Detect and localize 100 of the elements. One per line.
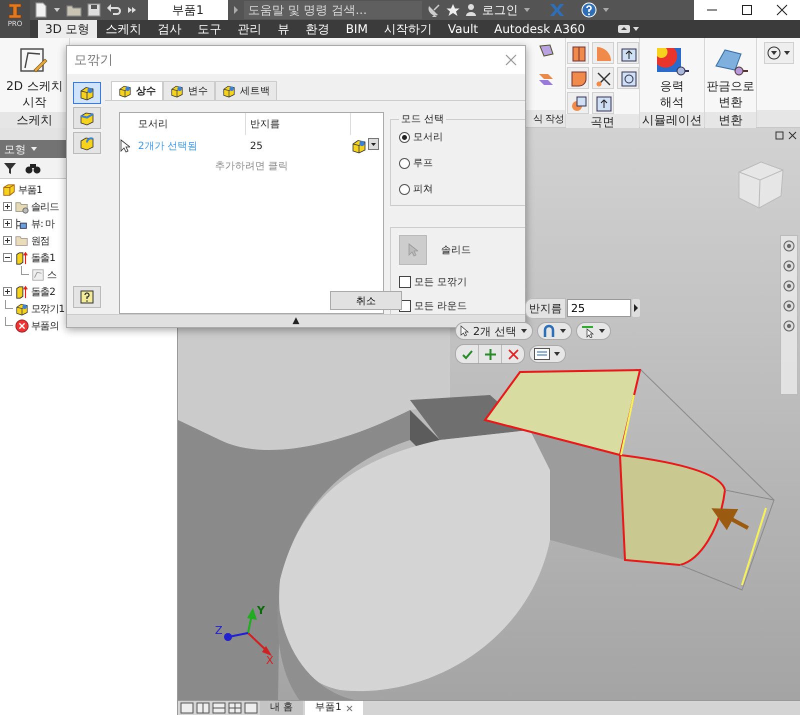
help-button[interactable] xyxy=(73,286,101,308)
layout-single-icon[interactable] xyxy=(180,702,194,714)
ribbon-tab[interactable]: 도구 xyxy=(190,20,229,38)
edge-fillet-button[interactable] xyxy=(73,82,101,104)
more-icon[interactable] xyxy=(127,5,137,15)
replace-face-icon[interactable] xyxy=(594,94,612,112)
checkbox[interactable] xyxy=(399,276,411,288)
panel-toggle-icon[interactable] xyxy=(616,24,640,34)
add-hint[interactable]: 추가하려면 클릭 xyxy=(120,159,383,173)
ribbon-tab[interactable]: BIM xyxy=(338,20,375,38)
radius-cell[interactable]: 25 xyxy=(246,140,351,152)
face-fillet-button[interactable] xyxy=(73,107,101,129)
ribbon-tab[interactable]: 시작하기 xyxy=(376,20,439,38)
document-tab[interactable]: 부품1 xyxy=(305,701,363,715)
stress-analysis-button[interactable]: 응력 해석 xyxy=(652,42,692,112)
layout-split-horizontal-icon[interactable] xyxy=(212,702,226,714)
stitch-icon[interactable] xyxy=(618,69,636,87)
pan-icon[interactable] xyxy=(783,260,795,272)
browser-title[interactable]: 모형 xyxy=(4,142,26,156)
tree-item[interactable]: 부품1 xyxy=(0,181,42,198)
radio-button[interactable] xyxy=(399,184,410,194)
save-icon[interactable] xyxy=(87,3,101,17)
expand-icon[interactable] xyxy=(3,219,12,228)
star-icon[interactable] xyxy=(446,3,460,17)
maximize-icon[interactable] xyxy=(740,4,753,16)
ribbon-tab[interactable]: Vault xyxy=(440,20,486,38)
binoculars-icon[interactable] xyxy=(25,161,41,175)
options-dropdown[interactable] xyxy=(529,345,566,363)
ribbon-tab[interactable]: 뷰 xyxy=(270,20,297,38)
radius-mini-toolbar[interactable]: 반지름 25 xyxy=(525,298,640,318)
selection-dropdown[interactable]: 2개 선택 xyxy=(455,322,533,340)
document-tab[interactable]: 부품1 xyxy=(148,0,228,20)
tree-item[interactable]: 스 xyxy=(0,266,56,283)
direction-arrow-icon[interactable] xyxy=(711,508,749,530)
ribbon-tab[interactable]: 3D 모형 xyxy=(38,20,97,38)
action-mini-toolbar[interactable] xyxy=(455,344,566,364)
tree-item[interactable]: 부품의 xyxy=(0,317,59,334)
navigation-bar[interactable] xyxy=(780,235,798,395)
collapse-icon[interactable] xyxy=(3,253,12,262)
undo-icon[interactable] xyxy=(106,3,122,17)
app-logo-icon[interactable] xyxy=(6,3,24,19)
zoom-icon[interactable] xyxy=(783,280,795,292)
action-button-group[interactable] xyxy=(455,344,525,364)
expand-icon[interactable] xyxy=(3,202,12,211)
expand-icon[interactable] xyxy=(3,236,12,245)
tree-item[interactable]: 뷰: 마 xyxy=(0,215,54,232)
ribbon-tab[interactable]: 스케치 xyxy=(98,20,149,38)
layout-split-four-icon[interactable] xyxy=(228,702,242,714)
restore-icon[interactable] xyxy=(775,131,784,140)
caret-icon[interactable] xyxy=(53,6,61,14)
folder-icon[interactable] xyxy=(66,3,82,17)
expand-bar[interactable]: ▲ xyxy=(67,314,525,327)
selected-face[interactable] xyxy=(483,368,642,456)
wheel-icon[interactable] xyxy=(783,240,795,252)
new-file-icon[interactable] xyxy=(34,2,48,18)
dropdown-icon[interactable] xyxy=(368,138,379,150)
fillet-icon[interactable] xyxy=(351,138,367,154)
convert-sheet-metal-button[interactable]: 판금으로 변환 xyxy=(704,42,756,112)
ribbon-tab[interactable]: 관리 xyxy=(230,20,269,38)
caret-icon[interactable] xyxy=(602,6,610,14)
flip-dropdown[interactable] xyxy=(537,322,572,340)
document-tab[interactable]: 내 홈 xyxy=(260,701,304,715)
satellite-dish-icon[interactable] xyxy=(427,3,441,17)
orbit-icon[interactable] xyxy=(783,300,795,312)
dropdown-icon[interactable] xyxy=(766,45,792,61)
tree-item[interactable]: 돌출1 xyxy=(0,249,55,266)
radio-button[interactable] xyxy=(399,158,410,168)
cancel-button[interactable]: 취소 xyxy=(330,291,402,310)
selection-mini-toolbar[interactable]: 2개 선택 xyxy=(455,322,611,340)
tree-item[interactable]: 모깎기1 xyxy=(0,300,64,317)
expand-icon[interactable] xyxy=(3,287,12,296)
radius-field[interactable]: 25 xyxy=(567,299,631,317)
close-icon[interactable] xyxy=(788,131,797,140)
caret-icon[interactable] xyxy=(30,145,38,153)
search-field[interactable]: 도움말 및 명령 검색... xyxy=(244,1,422,19)
sign-in-link[interactable]: 로그인 xyxy=(482,2,518,18)
ribbon-tab[interactable]: 검사 xyxy=(150,20,189,38)
tree-item[interactable]: 원점 xyxy=(0,232,50,249)
close-icon[interactable] xyxy=(776,4,788,16)
sketch-button[interactable]: 2D 스케치 시작 xyxy=(4,42,65,112)
tree-item[interactable]: 솔리드 xyxy=(0,198,59,215)
layout-home-icon[interactable] xyxy=(244,702,258,714)
tree-item[interactable]: 돌출2 xyxy=(0,283,55,300)
filter-icon[interactable] xyxy=(3,161,17,175)
radio-button[interactable] xyxy=(399,132,410,142)
tab-fillet-icon xyxy=(170,84,184,98)
selected-face[interactable] xyxy=(619,454,726,566)
layout-split-vertical-icon[interactable] xyxy=(196,702,210,714)
edge-select-dropdown[interactable] xyxy=(576,322,611,340)
patch-icon[interactable] xyxy=(568,69,586,87)
look-icon[interactable] xyxy=(783,320,795,332)
full-round-fillet-button[interactable] xyxy=(73,132,101,154)
ribbon-tab[interactable]: Autodesk A360 xyxy=(487,20,592,38)
dialog-tab[interactable]: 세트백 xyxy=(215,81,277,100)
user-icon[interactable] xyxy=(465,3,477,17)
help-icon[interactable] xyxy=(581,2,597,18)
dialog-tab[interactable]: 상수 xyxy=(111,81,163,100)
caret-icon[interactable] xyxy=(523,6,531,14)
ribbon-tab[interactable]: 환경 xyxy=(298,20,337,38)
dialog-tab[interactable]: 변수 xyxy=(163,81,215,100)
